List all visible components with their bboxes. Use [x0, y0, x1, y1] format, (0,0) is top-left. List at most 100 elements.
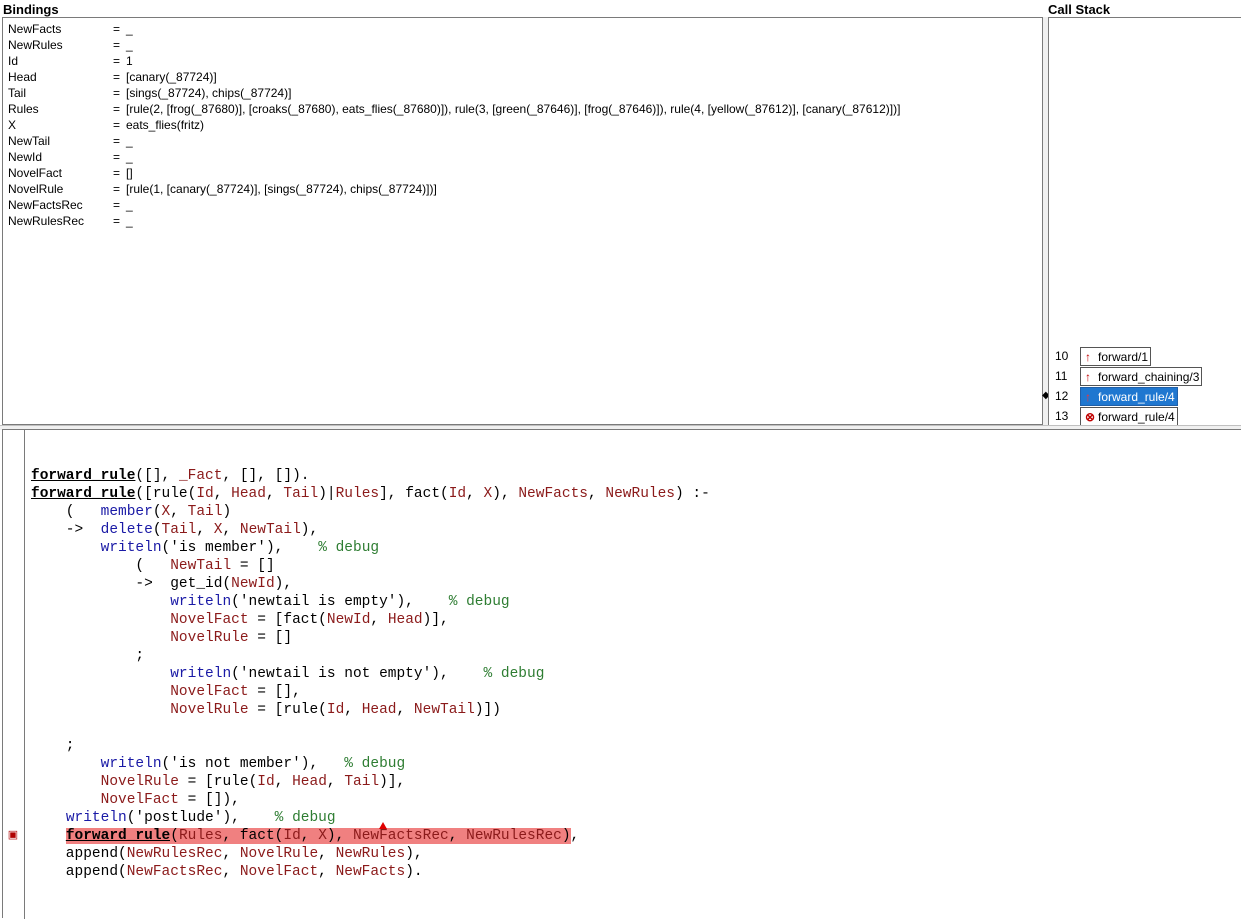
binding-equals: =: [113, 134, 121, 148]
code-token: % debug: [483, 666, 545, 682]
code-token: NewFacts: [335, 864, 406, 880]
code-token: append(: [31, 864, 127, 880]
code-token: NovelRule: [100, 774, 179, 790]
code-token: = [rule(: [248, 702, 327, 718]
up-arrow-icon: ↑: [1085, 390, 1091, 404]
frame-label: forward/1: [1098, 350, 1149, 364]
code-token: (: [31, 558, 171, 574]
bindings-pane[interactable]: NewFacts = _ NewRules = _ Id = 1 Head = [canary(_87…: [2, 17, 1043, 425]
code-line: writeln('is not member'), % debug: [31, 755, 406, 773]
code-token: ),: [300, 522, 319, 538]
code-token: NovelRule: [170, 702, 249, 718]
code-line: forward_rule([rule(Id, Head, Tail)|Rules…: [31, 485, 710, 503]
code-token: (: [152, 522, 162, 538]
code-token: member: [100, 504, 153, 520]
code-token: ,: [265, 486, 284, 502]
binding-name: NovelFact: [8, 166, 63, 180]
code-token: ('postlude'),: [126, 810, 275, 826]
code-token: NewTail: [170, 558, 232, 574]
source-pane[interactable]: ▣ forward_rule([], _Fact, [], []). forwar…: [2, 429, 1241, 919]
frame-depth: 10: [1055, 349, 1069, 363]
code-token: ([rule(: [135, 486, 197, 502]
code-token: append(: [31, 846, 127, 862]
binding-name: Id: [8, 54, 19, 68]
code-token: Id: [326, 702, 345, 718]
code-token: Tail: [344, 774, 380, 790]
frame-depth: 11: [1055, 369, 1068, 383]
code-token: ) :-: [675, 486, 710, 502]
code-token: Head: [361, 702, 397, 718]
code-token: X: [483, 486, 493, 502]
binding-equals: =: [113, 54, 121, 68]
code-token: Tail: [187, 504, 223, 520]
binding-name: NovelRule: [8, 182, 64, 196]
frame-label: forward_rule/4: [1098, 410, 1175, 424]
code-token: % debug: [274, 810, 336, 826]
code-token: (: [170, 828, 179, 844]
code-token: ,: [196, 522, 214, 538]
binding-value: [rule(1, [canary(_87724)], [sings(_87724…: [126, 182, 437, 196]
binding-value: eats_flies(fritz): [126, 118, 205, 132]
code-token: writeln: [100, 756, 162, 772]
code-token: ,: [274, 774, 293, 790]
binding-value: _: [126, 198, 133, 212]
code-token: NewRulesRec: [126, 846, 223, 862]
frame-predicate[interactable]: ↑ forward_rule/4: [1080, 387, 1178, 406]
frame-depth: 12: [1055, 389, 1069, 403]
code-token: writeln: [170, 666, 232, 682]
call-stack-frame[interactable]: 11 ↑ forward_chaining/3: [1049, 367, 1241, 387]
call-stack-title: Call Stack: [1048, 2, 1111, 17]
code-token: X: [161, 504, 171, 520]
frame-predicate[interactable]: ⊗ forward_rule/4: [1080, 407, 1178, 426]
code-token: % debug: [318, 540, 380, 556]
code-token: (: [152, 504, 162, 520]
binding-equals: =: [113, 38, 121, 52]
frame-predicate[interactable]: ↑ forward_chaining/3: [1080, 367, 1203, 386]
code-token: NovelFact: [239, 864, 319, 880]
code-token: ,: [318, 864, 336, 880]
code-token: Tail: [283, 486, 319, 502]
code-token: forward_rule: [31, 468, 136, 484]
code-token: ('newtail is not empty'),: [231, 666, 484, 682]
code-token: ,: [448, 828, 467, 844]
code-token: ,: [344, 702, 362, 718]
code-line: NovelFact = [],: [31, 683, 301, 701]
code-token: ,: [300, 828, 319, 844]
binding-name: Rules: [8, 102, 39, 116]
call-stack-pane[interactable]: 10 ↑ forward/1 11 ↑ forward_chaining/3 12 ↑ forw…: [1048, 17, 1241, 427]
code-token: Id: [448, 486, 467, 502]
code-token: writeln: [100, 540, 162, 556]
code-token: % debug: [448, 594, 510, 610]
binding-value: _: [126, 134, 133, 148]
code-token: = [rule(: [178, 774, 258, 790]
call-stack-frame[interactable]: 12 ↑ forward_rule/4: [1049, 387, 1241, 407]
binding-equals: =: [113, 182, 121, 196]
code-line: forward_rule(Rules, fact(Id, X), NewFact…: [31, 827, 579, 845]
code-token: X: [318, 828, 327, 844]
code-token: ),: [492, 486, 519, 502]
code-token: ;: [31, 738, 75, 754]
code-line: NovelRule = [rule(Id, Head, Tail)],: [31, 773, 406, 791]
code-token: NewFactsRec: [353, 828, 449, 844]
code-token: = []: [248, 630, 293, 646]
code-token: ,: [326, 774, 345, 790]
frame-depth: 13: [1055, 409, 1069, 423]
binding-name: NewRulesRec: [8, 214, 85, 228]
caret-marker-icon: [379, 822, 387, 829]
code-token: -> get_id(: [31, 576, 232, 592]
code-line: ( member(X, Tail): [31, 503, 231, 521]
code-token: writeln: [65, 810, 127, 826]
call-stack-frame[interactable]: 13 ⊗ forward_rule/4: [1049, 407, 1241, 427]
call-stack-frame[interactable]: 10 ↑ forward/1: [1049, 347, 1241, 367]
code-token: ,: [222, 846, 240, 862]
code-line: append(NewFactsRec, NovelFact, NewFacts)…: [31, 863, 423, 881]
frame-predicate[interactable]: ↑ forward/1: [1080, 347, 1152, 366]
